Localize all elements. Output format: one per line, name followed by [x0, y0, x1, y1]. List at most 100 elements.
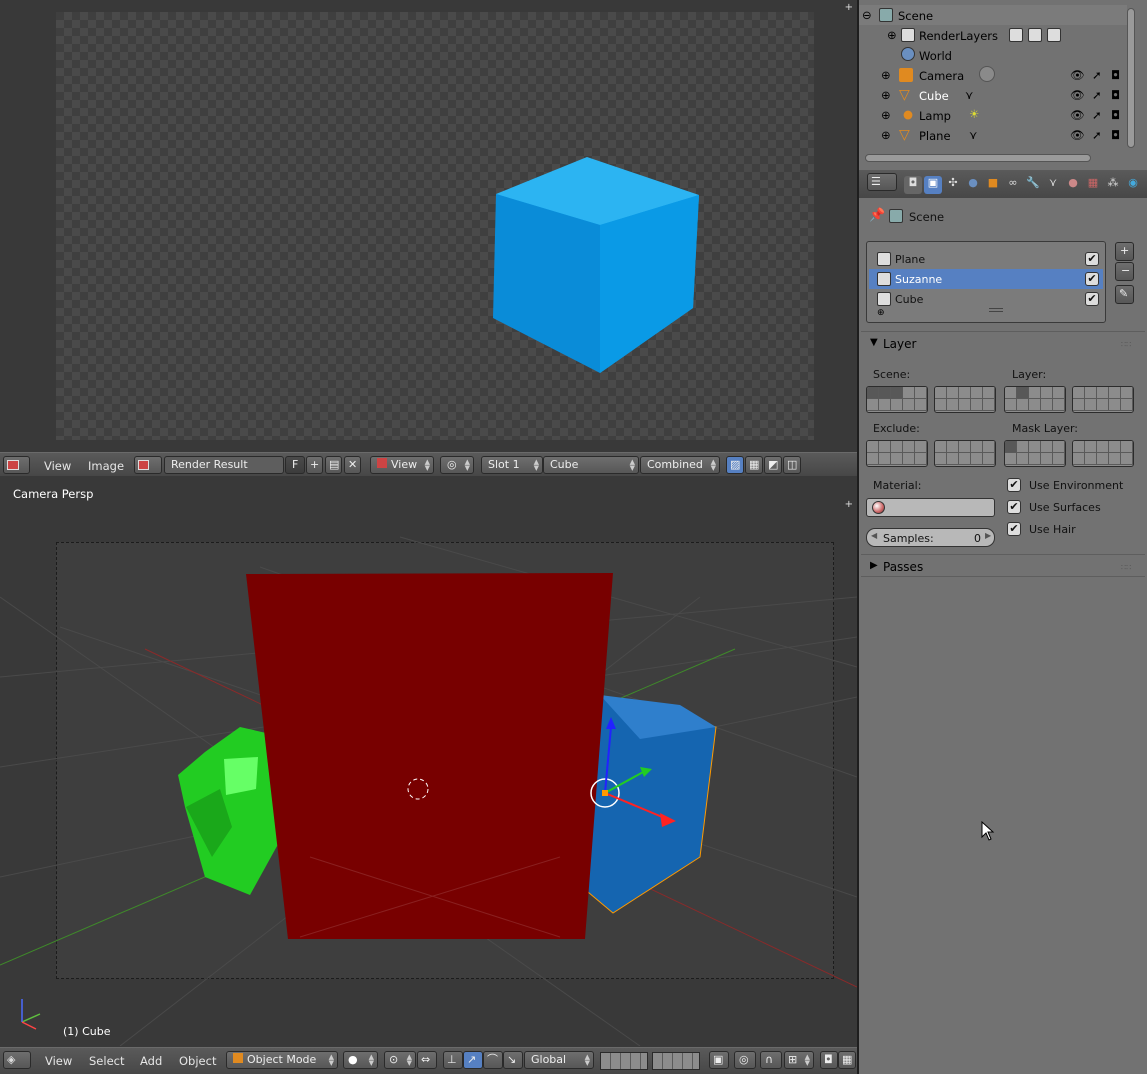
eye-icon[interactable]: 👁: [1070, 68, 1085, 82]
scale-button[interactable]: ⌒: [483, 1051, 503, 1069]
use-environment-checkbox[interactable]: ✔: [1007, 478, 1021, 492]
decrement-arrow-icon[interactable]: ◀: [871, 531, 877, 540]
render-camera-icon[interactable]: ◘: [1111, 108, 1120, 122]
scale-tool-button[interactable]: ↘: [503, 1051, 523, 1069]
renderlayer-icon[interactable]: [1009, 28, 1023, 42]
shading-dropdown[interactable]: ● ▲ ▼: [343, 1051, 378, 1069]
texture-tab-icon[interactable]: ▦: [1084, 176, 1102, 194]
scene-tab-icon[interactable]: ✣: [944, 176, 962, 194]
passes-panel-title[interactable]: Passes: [883, 560, 923, 574]
list-item-selected[interactable]: Suzanne ✔: [869, 269, 1103, 289]
pass-dropdown[interactable]: Combined ▲ ▼: [640, 456, 720, 474]
panel-drag-icon[interactable]: ∷∷: [1121, 340, 1131, 349]
render-layers-list[interactable]: Plane ✔ Suzanne ✔ Cube ✔ ⊕: [866, 241, 1106, 323]
outliner-vertical-scrollbar[interactable]: [1127, 8, 1135, 148]
use-surfaces-label[interactable]: Use Surfaces: [1029, 501, 1101, 514]
outliner-horizontal-scrollbar[interactable]: [865, 154, 1091, 162]
eye-icon[interactable]: 👁: [1070, 128, 1085, 142]
pivot-dropdown[interactable]: ◎ ▲ ▼: [440, 456, 474, 474]
menu-view[interactable]: View: [44, 459, 71, 473]
render-camera-icon[interactable]: ◘: [1111, 128, 1120, 142]
translate-button[interactable]: ⊥: [443, 1051, 463, 1069]
mask-layers-grid-2[interactable]: [1072, 440, 1134, 467]
exclude-layers-grid-2[interactable]: [934, 440, 996, 467]
cursor-select-icon[interactable]: ➚: [1092, 108, 1102, 122]
cube-object[interactable]: [581, 694, 717, 914]
editor-type-button[interactable]: ◈: [3, 1051, 31, 1069]
orientation-dropdown[interactable]: Global ▲ ▼: [524, 1051, 594, 1069]
exclude-layers-grid[interactable]: [866, 440, 928, 467]
world-tab-icon[interactable]: ●: [964, 176, 982, 194]
editor-type-button[interactable]: ☰: [867, 173, 897, 191]
enable-checkbox[interactable]: ✔: [1085, 292, 1099, 306]
fake-user-button[interactable]: F: [285, 456, 305, 474]
render-camera-icon[interactable]: ◘: [1111, 68, 1120, 82]
image-editor[interactable]: +: [0, 0, 857, 452]
outliner-row-renderlayers[interactable]: ⊕ RenderLayers: [859, 25, 1127, 45]
scene-layers-grid-2[interactable]: [652, 1052, 700, 1070]
constraints-tab-icon[interactable]: ∞: [1004, 176, 1022, 194]
resize-grip-icon[interactable]: [989, 308, 1003, 312]
menu-add[interactable]: Add: [140, 1054, 162, 1068]
collapse-icon[interactable]: ⊖: [862, 8, 872, 22]
snap-toggle[interactable]: ∩: [760, 1051, 782, 1069]
eye-icon[interactable]: 👁: [1070, 108, 1085, 122]
scene-layers-grid-2[interactable]: [934, 386, 996, 413]
outliner-row-world[interactable]: World: [859, 45, 1127, 65]
increment-arrow-icon[interactable]: ▶: [985, 531, 991, 540]
samples-field[interactable]: ◀ Samples: 0 ▶: [866, 528, 995, 547]
render-anim-button[interactable]: ▦: [838, 1051, 856, 1069]
layer-layers-grid-2[interactable]: [1072, 386, 1134, 413]
new-image-button[interactable]: +: [306, 456, 323, 474]
corner-plus-icon[interactable]: +: [845, 2, 853, 13]
menu-object[interactable]: Object: [179, 1054, 216, 1068]
lamp-data-icon[interactable]: ☀: [969, 107, 979, 121]
outliner-row-lamp[interactable]: ⊕ ● Lamp ☀ 👁 ➚ ◘: [859, 105, 1127, 125]
mesh-data-icon[interactable]: ⋎: [969, 128, 977, 142]
rotate-button[interactable]: ↗: [463, 1051, 483, 1069]
scene-layers-grid[interactable]: [600, 1052, 648, 1070]
material-tab-icon[interactable]: ●: [1064, 176, 1082, 194]
list-item[interactable]: Cube ✔: [869, 289, 1103, 309]
modifiers-tab-icon[interactable]: 🔧: [1024, 176, 1042, 194]
use-hair-checkbox[interactable]: ✔: [1007, 522, 1021, 536]
layer-dropdown[interactable]: Cube ▲ ▼: [543, 456, 639, 474]
mesh-data-icon[interactable]: ⋎: [965, 88, 973, 102]
expand-arrow-icon[interactable]: ▶: [870, 560, 878, 571]
renderlayer-icon[interactable]: [1047, 28, 1061, 42]
draw-color-button[interactable]: ▦: [745, 456, 763, 474]
mask-layers-grid[interactable]: [1004, 440, 1066, 467]
outliner-row-cube[interactable]: ⊕ ▽ Cube ⋎ 👁 ➚ ◘: [859, 85, 1127, 105]
list-expand-icon[interactable]: ⊕: [877, 308, 885, 318]
eye-icon[interactable]: 👁: [1070, 88, 1085, 102]
particles-tab-icon[interactable]: ⁂: [1104, 176, 1122, 194]
expand-icon[interactable]: ⊕: [881, 68, 891, 82]
outliner-row-plane[interactable]: ⊕ ▽ Plane ⋎ 👁 ➚ ◘: [859, 125, 1127, 145]
open-image-button[interactable]: ▤: [325, 456, 342, 474]
use-hair-label[interactable]: Use Hair: [1029, 523, 1076, 536]
list-item[interactable]: Plane ✔: [869, 249, 1103, 269]
outliner-row-camera[interactable]: ⊕ Camera 👁 ➚ ◘: [859, 65, 1127, 85]
render-canvas[interactable]: [56, 12, 814, 440]
proportional-edit-button[interactable]: ◎: [734, 1051, 756, 1069]
expand-icon[interactable]: ⊕: [881, 88, 891, 102]
material-field[interactable]: [866, 498, 995, 517]
render-tab-icon[interactable]: ◘: [904, 176, 922, 194]
draw-zbuffer-button[interactable]: ◫: [783, 456, 801, 474]
unlink-image-button[interactable]: ✕: [344, 456, 361, 474]
slot-dropdown[interactable]: Slot 1 ▲ ▼: [481, 456, 543, 474]
expand-icon[interactable]: ⊕: [881, 128, 891, 142]
render-button[interactable]: ◘: [820, 1051, 838, 1069]
object-tab-icon[interactable]: ■: [984, 176, 1002, 194]
draw-alpha-button[interactable]: ◩: [764, 456, 782, 474]
mode-dropdown[interactable]: Object Mode ▲ ▼: [226, 1051, 338, 1069]
layer-layers-grid[interactable]: [1004, 386, 1066, 413]
use-surfaces-checkbox[interactable]: ✔: [1007, 500, 1021, 514]
menu-select[interactable]: Select: [89, 1054, 124, 1068]
properties-editor[interactable]: ☰ ◘ ▣ ✣ ● ■ ∞ 🔧 ⋎ ● ▦ ⁂ ◉ 📌 Scene Plane …: [859, 170, 1147, 1074]
scene-layers-grid[interactable]: [866, 386, 928, 413]
panel-drag-icon[interactable]: ∷∷: [1121, 563, 1131, 572]
draw-color-alpha-button[interactable]: ▨: [726, 456, 744, 474]
expand-icon[interactable]: ⊕: [887, 28, 897, 42]
render-layers-tab-icon[interactable]: ▣: [924, 176, 942, 194]
